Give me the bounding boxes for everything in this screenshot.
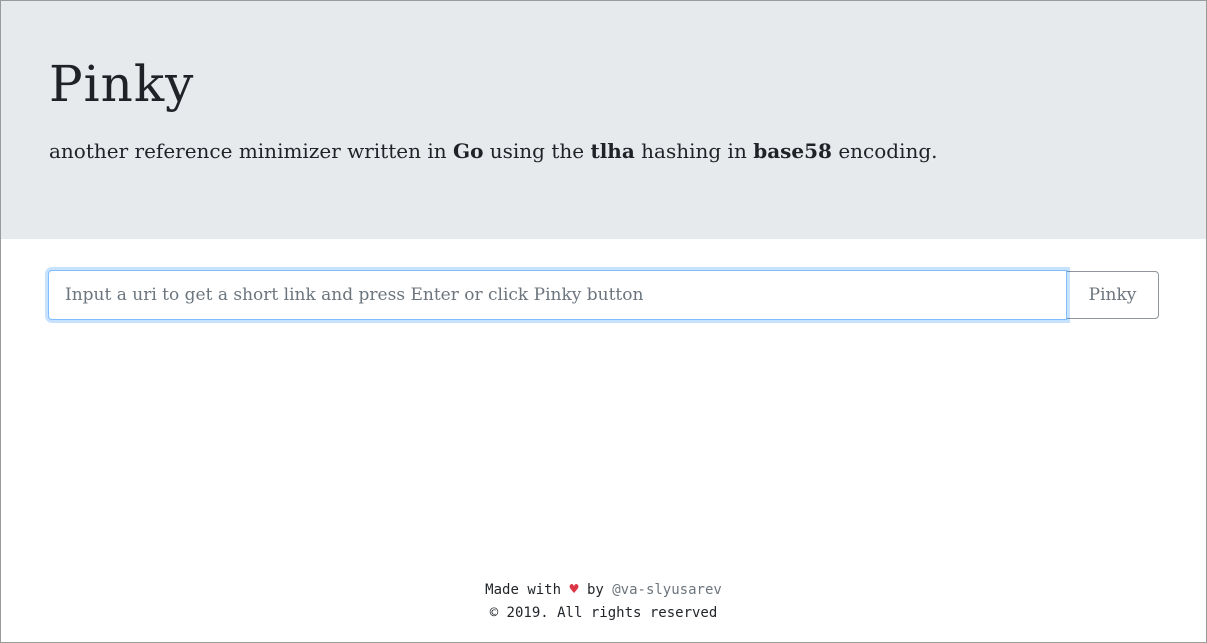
author-link[interactable]: @va-slyusarev [612,582,722,598]
page-title: Pinky [49,55,195,113]
subtitle-hash: tlha [590,139,635,163]
subtitle-lang: Go [452,139,484,163]
by-text: by [586,582,604,598]
subtitle-suffix: encoding. [831,139,938,163]
footer: Made with ♥ by @va-slyusarev © 2019. All… [0,578,1207,625]
footer-credits: Made with ♥ by @va-slyusarev [0,578,1207,602]
subtitle-encoding: base58 [753,139,832,163]
heart-icon: ♥ [569,580,579,598]
uri-input[interactable] [48,270,1067,320]
page-subtitle: another reference minimizer written in G… [49,137,938,165]
subtitle-prefix: another reference minimizer written in [49,139,453,163]
made-with-text: Made with [485,582,562,598]
subtitle-middle-2: hashing in [634,139,754,163]
pinky-submit-button[interactable]: Pinky [1067,271,1159,319]
subtitle-middle-1: using the [483,139,591,163]
header-jumbotron: Pinky another reference minimizer writte… [1,1,1206,239]
copyright-text: © 2019. All rights reserved [489,605,718,621]
shorten-form: Pinky [48,270,1159,320]
